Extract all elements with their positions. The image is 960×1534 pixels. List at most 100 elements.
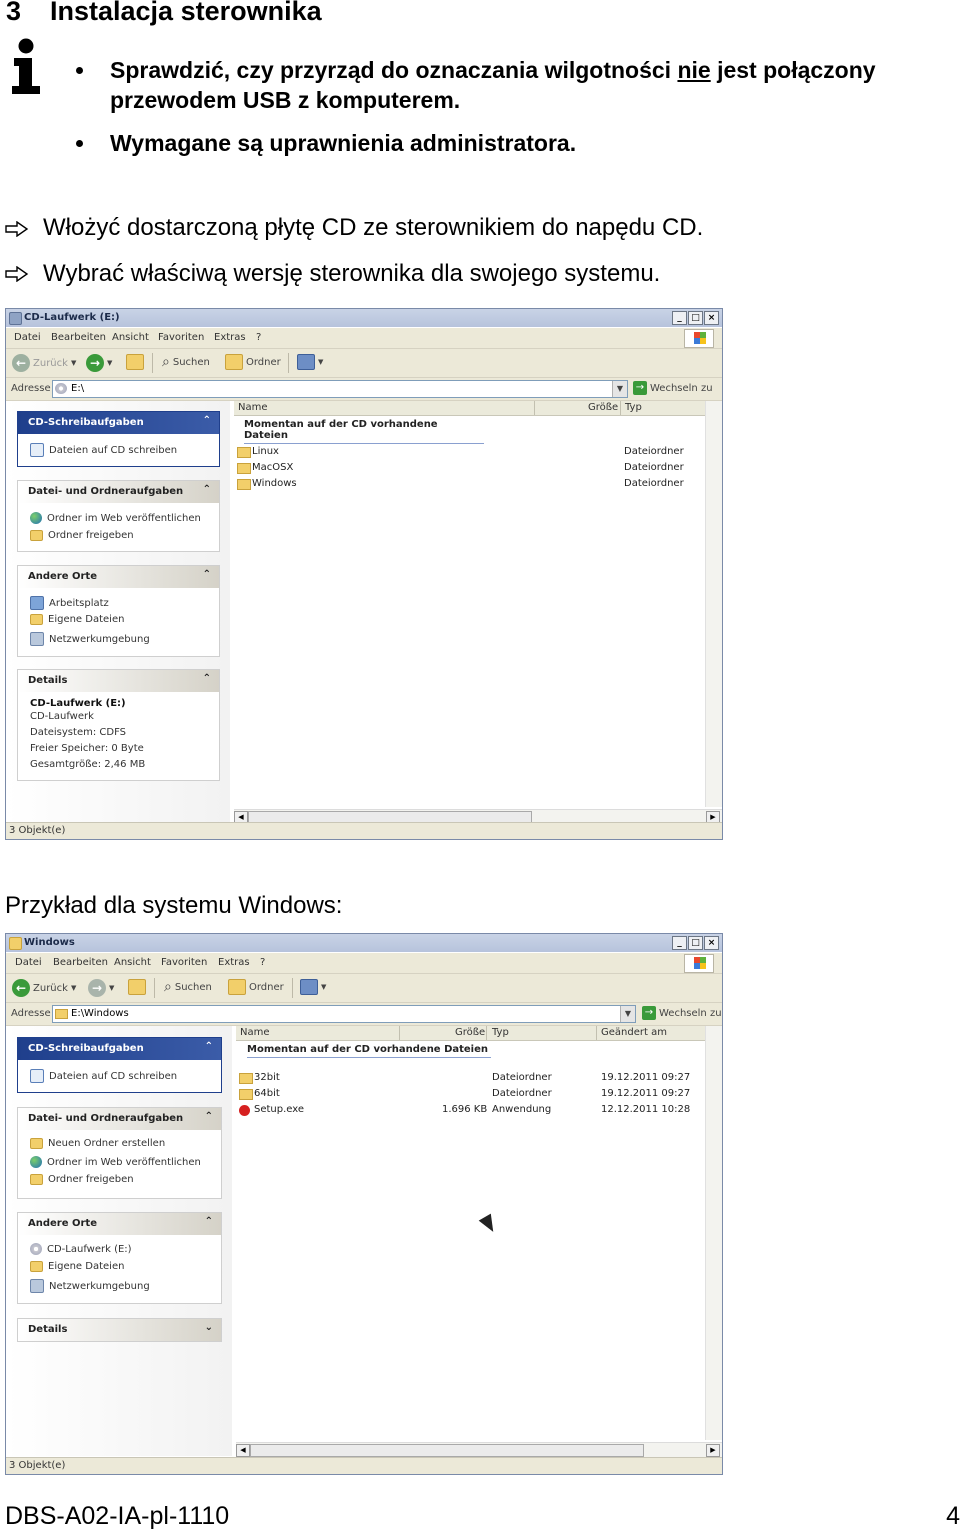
views-button[interactable]: ▼ — [297, 354, 323, 370]
task-write-cd[interactable]: Dateien auf CD schreiben — [30, 1069, 177, 1083]
file-row[interactable]: 64bitDateiordner19.12.2011 09:27Mc — [236, 1087, 722, 1103]
col-size[interactable]: Größe — [588, 402, 618, 413]
forward-icon: → — [86, 354, 104, 372]
address-input[interactable]: E:\Windows ▼ — [52, 1005, 636, 1023]
forward-button[interactable]: → ▼ — [88, 979, 114, 997]
search-icon: ⌕ — [164, 979, 172, 995]
panel-file-tasks-header[interactable]: Datei- und Ordneraufgaben ⌃ — [17, 1107, 222, 1131]
address-dropdown[interactable]: ▼ — [620, 1006, 635, 1022]
up-folder-button[interactable] — [128, 979, 146, 995]
vertical-scrollbar[interactable] — [705, 401, 722, 807]
scroll-right-button[interactable]: ▶ — [706, 1444, 720, 1457]
folders-button[interactable]: Ordner — [228, 979, 284, 995]
address-bar: Adresse E:\Windows ▼ → Wechseln zu — [6, 1003, 722, 1026]
collapse-icon: ⌃ — [204, 1216, 213, 1227]
menu-help[interactable]: ? — [256, 332, 261, 343]
maximize-button[interactable]: □ — [688, 311, 703, 325]
place-my-documents[interactable]: Eigene Dateien — [30, 614, 124, 625]
go-button[interactable]: → Wechseln zu — [633, 381, 713, 395]
task-publish-web[interactable]: Ordner im Web veröffentlichen — [30, 512, 201, 524]
menu-bearbeiten[interactable]: Bearbeiten — [51, 332, 106, 343]
folders-button[interactable]: Ordner — [225, 354, 281, 370]
file-row[interactable]: MacOSX Dateiordner — [234, 461, 706, 477]
menu-datei[interactable]: Datei — [14, 332, 41, 343]
bullet-icon — [76, 67, 83, 74]
task-share-folder[interactable]: Ordner freigeben — [30, 1174, 134, 1185]
address-dropdown[interactable]: ▼ — [612, 381, 627, 397]
title-bar[interactable]: CD-Laufwerk (E:) _ □ × — [6, 309, 722, 327]
menu-extras[interactable]: Extras — [214, 332, 246, 343]
address-input[interactable]: E:\ ▼ — [52, 380, 628, 398]
col-type[interactable]: Typ — [492, 1027, 509, 1038]
file-row[interactable]: Windows Dateiordner — [234, 477, 706, 493]
menu-extras[interactable]: Extras — [218, 957, 250, 968]
task-write-cd[interactable]: Dateien auf CD schreiben — [30, 443, 177, 457]
place-my-computer[interactable]: Arbeitsplatz — [30, 596, 109, 610]
panel-cd-tasks-header[interactable]: CD-Schreibaufgaben ⌃ — [17, 1037, 222, 1061]
task-publish-web[interactable]: Ordner im Web veröffentlichen — [30, 1156, 201, 1168]
panel-cd-tasks-header[interactable]: CD-Schreibaufgaben ⌃ — [17, 411, 220, 435]
search-button[interactable]: ⌕ Suchen — [162, 354, 210, 370]
example-caption: Przykład dla systemu Windows: — [5, 892, 343, 919]
back-icon: ← — [12, 354, 30, 372]
task-new-folder[interactable]: Neuen Ordner erstellen — [30, 1138, 165, 1149]
file-row[interactable]: Setup.exe 1.696 KB Anwendung 12.12.2011 10:… — [236, 1103, 722, 1119]
go-arrow-icon: → — [633, 381, 647, 395]
panel-other-places-header[interactable]: Andere Orte ⌃ — [17, 1212, 222, 1236]
place-cd-drive[interactable]: CD-Laufwerk (E:) — [30, 1243, 132, 1255]
panel-other-places-header[interactable]: Andere Orte ⌃ — [17, 565, 220, 589]
details-panel: CD-Laufwerk (E:) CD-Laufwerk Dateisystem… — [17, 692, 220, 781]
place-network[interactable]: Netzwerkumgebung — [30, 632, 150, 646]
go-button[interactable]: → Wechseln zu — [642, 1006, 722, 1020]
col-type[interactable]: Typ — [625, 402, 642, 413]
col-modified[interactable]: Geändert am — [601, 1027, 667, 1038]
panel-details-header[interactable]: Details ⌃ — [17, 669, 220, 693]
views-button[interactable]: ▼ — [300, 979, 326, 995]
close-button[interactable]: × — [704, 311, 719, 325]
vertical-scrollbar[interactable] — [705, 1026, 722, 1440]
close-button[interactable]: × — [704, 936, 719, 950]
menu-favoriten[interactable]: Favoriten — [158, 332, 204, 343]
up-folder-button[interactable] — [126, 354, 144, 370]
task-share-folder[interactable]: Ordner freigeben — [30, 530, 134, 541]
windows-logo-icon — [684, 329, 714, 348]
status-text: 3 Objekt(e) — [9, 1460, 66, 1471]
minimize-button[interactable]: _ — [672, 311, 687, 325]
place-my-documents[interactable]: Eigene Dateien — [30, 1261, 124, 1272]
panel-details-header[interactable]: Details ⌄ — [17, 1318, 222, 1342]
horizontal-scrollbar[interactable]: ◀ ▶ — [236, 1442, 722, 1457]
scroll-left-button[interactable]: ◀ — [236, 1444, 250, 1457]
address-label: Adresse — [11, 1008, 51, 1019]
panel-file-tasks-header[interactable]: Datei- und Ordneraufgaben ⌃ — [17, 480, 220, 504]
forward-button[interactable]: → ▼ — [86, 354, 112, 372]
search-button[interactable]: ⌕ Suchen — [164, 979, 212, 995]
write-cd-icon — [30, 443, 44, 457]
col-name[interactable]: Name — [240, 1027, 270, 1038]
menu-datei[interactable]: Datei — [15, 957, 42, 968]
title-bar[interactable]: Windows _ □ × — [6, 934, 722, 952]
collapse-icon: ⌃ — [204, 1041, 213, 1052]
explorer-window-cd: CD-Laufwerk (E:) _ □ × Datei Bearbeiten … — [5, 308, 723, 840]
scroll-thumb[interactable] — [250, 1444, 644, 1457]
col-name[interactable]: Name — [238, 402, 268, 413]
col-size[interactable]: Größe — [455, 1027, 485, 1038]
menu-bearbeiten[interactable]: Bearbeiten — [53, 957, 108, 968]
menu-help[interactable]: ? — [260, 957, 265, 968]
file-row[interactable]: Linux Dateiordner — [234, 445, 706, 461]
file-list: Name Größe Typ Momentan auf der CD vorha… — [234, 401, 706, 807]
file-row[interactable]: 32bitDateiordner19.12.2011 09:27Mc — [236, 1071, 722, 1087]
back-button[interactable]: ← Zurück ▼ — [12, 354, 76, 372]
network-icon — [30, 632, 44, 646]
menu-favoriten[interactable]: Favoriten — [161, 957, 207, 968]
folder-up-icon — [126, 354, 144, 370]
maximize-button[interactable]: □ — [688, 936, 703, 950]
place-network[interactable]: Netzwerkumgebung — [30, 1279, 150, 1293]
hollow-arrow-icon — [5, 266, 29, 282]
back-button[interactable]: ← Zurück ▼ — [12, 979, 76, 997]
cd-icon — [30, 1243, 42, 1255]
details-drive-type: CD-Laufwerk — [30, 711, 94, 722]
menu-ansicht[interactable]: Ansicht — [114, 957, 151, 968]
step-insert-cd: Włożyć dostarczoną płytę CD ze sterownik… — [43, 214, 704, 241]
minimize-button[interactable]: _ — [672, 936, 687, 950]
menu-ansicht[interactable]: Ansicht — [112, 332, 149, 343]
